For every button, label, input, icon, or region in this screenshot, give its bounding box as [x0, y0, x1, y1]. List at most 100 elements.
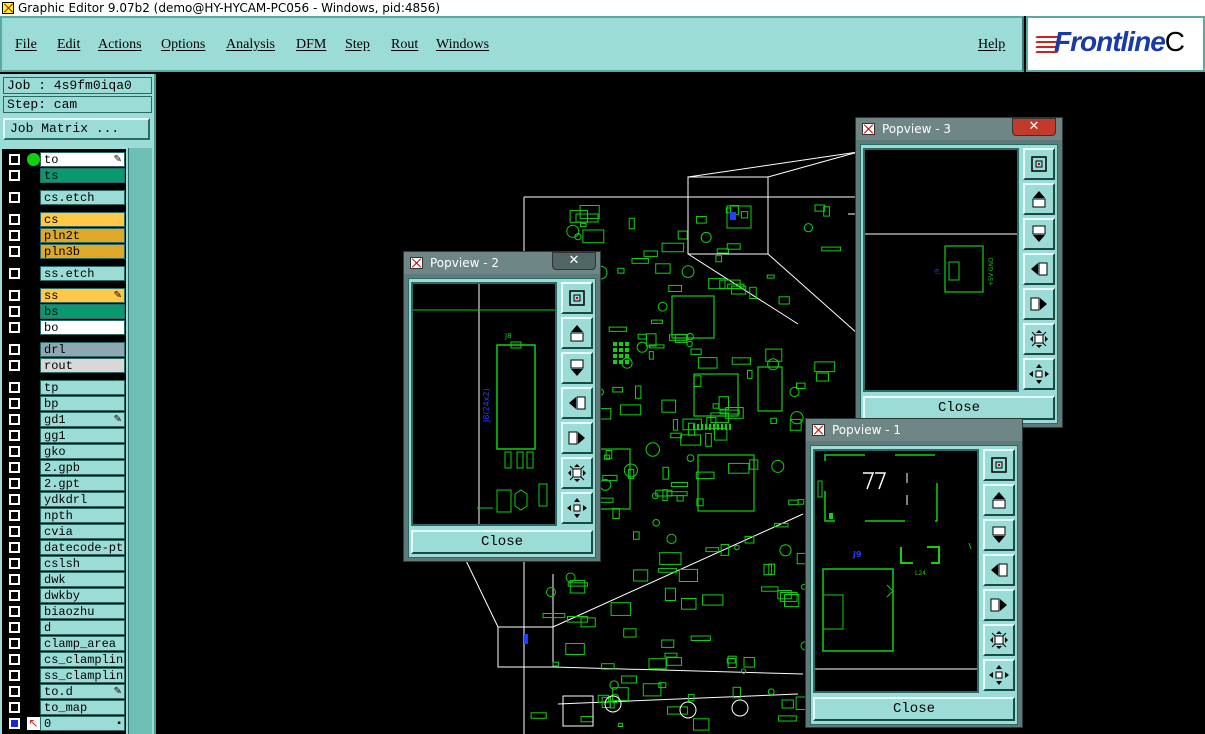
layer-name[interactable]: ss.etch [40, 266, 125, 281]
layer-name[interactable]: 0 ▪ [40, 716, 125, 731]
layer-checkbox[interactable] [9, 154, 20, 165]
layer-name[interactable]: gg1 [40, 428, 125, 443]
pan-up-button[interactable] [1023, 183, 1055, 215]
pan-up-button[interactable] [983, 484, 1015, 516]
zoom-in-button[interactable] [561, 492, 593, 524]
menu-step[interactable]: Step [345, 37, 370, 53]
layer-name[interactable]: cs.etch [40, 190, 125, 205]
layer-row[interactable]: d [5, 620, 125, 635]
layer-checkbox[interactable] [9, 574, 20, 585]
layer-name[interactable]: cslsh [40, 556, 125, 571]
layer-name[interactable]: drl [40, 342, 125, 357]
layer-row[interactable]: to.d ✎ [5, 684, 125, 699]
layer-checkbox[interactable] [9, 590, 20, 601]
layer-checkbox[interactable] [9, 170, 20, 181]
layer-row[interactable]: bp [5, 396, 125, 411]
layer-checkbox[interactable] [9, 622, 20, 633]
layer-list-scrollbar[interactable] [128, 148, 152, 734]
layer-row[interactable]: pln2t [5, 228, 125, 243]
layer-name[interactable]: cs [40, 212, 125, 227]
layer-checkbox[interactable] [9, 446, 20, 457]
layer-name[interactable]: dwk [40, 572, 125, 587]
layer-checkbox[interactable] [9, 638, 20, 649]
popview-2-view[interactable]: J8 J8(24x2) [411, 282, 557, 526]
layer-name[interactable]: to_map [40, 700, 125, 715]
layer-checkbox[interactable] [9, 382, 20, 393]
pan-down-button[interactable] [561, 352, 593, 384]
layer-row[interactable]: cs.etch [5, 190, 125, 205]
layer-row[interactable]: to_map [5, 700, 125, 715]
layer-row[interactable]: ss ✎ [5, 288, 125, 303]
zoom-out-button[interactable] [1023, 323, 1055, 355]
layer-name[interactable]: ss_clampline [40, 668, 125, 683]
layer-name[interactable]: pln2t [40, 228, 125, 243]
layer-row[interactable]: cslsh [5, 556, 125, 571]
layer-checkbox[interactable] [9, 526, 20, 537]
layer-row[interactable]: datecode-ptc [5, 540, 125, 555]
layer-name[interactable]: bp [40, 396, 125, 411]
layer-checkbox[interactable] [9, 654, 20, 665]
layer-row[interactable]: ss.etch [5, 266, 125, 281]
layer-checkbox[interactable] [9, 542, 20, 553]
layer-name[interactable]: rout [40, 358, 125, 373]
zoom-in-button[interactable] [983, 659, 1015, 691]
layer-checkbox[interactable] [9, 686, 20, 697]
layer-name[interactable]: biaozhu [40, 604, 125, 619]
layer-checkbox[interactable] [9, 306, 20, 317]
layer-row[interactable]: clamp_area [5, 636, 125, 651]
layer-name[interactable]: dwkby [40, 588, 125, 603]
layer-checkbox[interactable] [9, 558, 20, 569]
popview-1-view[interactable]: J9 L24 [813, 449, 979, 693]
layer-checkbox[interactable] [9, 322, 20, 333]
popview-2-close-x-button[interactable]: ✕ [552, 252, 596, 270]
menu-help[interactable]: Help [978, 37, 1005, 53]
layer-checkbox[interactable] [9, 192, 20, 203]
menu-actions[interactable]: Actions [98, 37, 142, 53]
pan-left-button[interactable] [561, 387, 593, 419]
layer-row[interactable]: bs [5, 304, 125, 319]
layer-row[interactable]: rout [5, 358, 125, 373]
layer-name[interactable]: to ✎ [40, 152, 125, 167]
layer-row[interactable]: cvia [5, 524, 125, 539]
menu-windows[interactable]: Windows [436, 37, 489, 53]
layer-name[interactable]: pln3b [40, 244, 125, 259]
popview-2-close-button[interactable]: Close [411, 530, 593, 554]
layer-name[interactable]: gko [40, 444, 125, 459]
layer-name[interactable]: cvia [40, 524, 125, 539]
layer-name[interactable]: bs [40, 304, 125, 319]
menu-file[interactable]: File [15, 37, 37, 53]
layer-checkbox[interactable] [9, 670, 20, 681]
job-matrix-button[interactable]: Job Matrix ... [3, 118, 150, 140]
layer-checkbox[interactable] [9, 718, 20, 729]
zoom-fit-button[interactable] [561, 282, 593, 314]
layer-row[interactable]: tp [5, 380, 125, 395]
pan-down-button[interactable] [1023, 218, 1055, 250]
layer-checkbox[interactable] [9, 462, 20, 473]
popview-3-close-button[interactable]: Close [863, 396, 1055, 420]
layer-row[interactable]: gd1 ✎ [5, 412, 125, 427]
layer-row[interactable]: ydkdrl [5, 492, 125, 507]
popview-3-view[interactable]: J9 +5V GND [863, 148, 1019, 392]
zoom-fit-button[interactable] [1023, 148, 1055, 180]
layer-checkbox[interactable] [9, 430, 20, 441]
menu-edit[interactable]: Edit [57, 37, 80, 53]
layer-row[interactable]: 2.gpb [5, 460, 125, 475]
layer-row[interactable]: dwk [5, 572, 125, 587]
pan-down-button[interactable] [983, 519, 1015, 551]
zoom-in-button[interactable] [1023, 358, 1055, 390]
layer-name[interactable]: clamp_area [40, 636, 125, 651]
layer-row[interactable]: ss_clampline [5, 668, 125, 683]
layer-name[interactable]: npth [40, 508, 125, 523]
pan-left-button[interactable] [983, 554, 1015, 586]
layer-name[interactable]: d [40, 620, 125, 635]
layer-checkbox[interactable] [9, 230, 20, 241]
layer-name[interactable]: cs_clampline [40, 652, 125, 667]
layer-row[interactable]: dwkby [5, 588, 125, 603]
pan-right-button[interactable] [561, 422, 593, 454]
layer-checkbox[interactable] [9, 360, 20, 371]
menu-rout[interactable]: Rout [391, 37, 418, 53]
layer-name[interactable]: bo [40, 320, 125, 335]
layer-row[interactable]: to ✎ [5, 152, 125, 167]
layer-name[interactable]: 2.gpt [40, 476, 125, 491]
layer-row[interactable]: ↖ 0 ▪ [5, 716, 125, 731]
